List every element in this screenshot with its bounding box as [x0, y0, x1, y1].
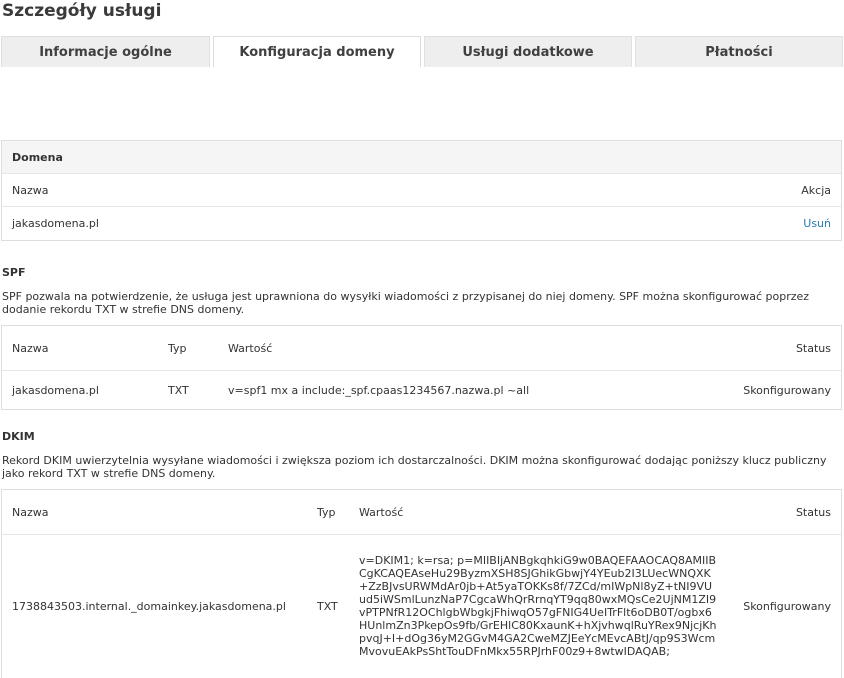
tab-general-info[interactable]: Informacje ogólne: [1, 36, 210, 67]
dkim-row-status: Skonfigurowany: [743, 599, 831, 613]
dkim-row-value: v=DKIM1; k=rsa; p=MIIBIjANBgkqhkiG9w0BAQ…: [359, 554, 717, 658]
spf-row: jakasdomena.pl TXT v=spf1 mx a include:_…: [2, 371, 841, 409]
dkim-col-status: Status: [795, 505, 831, 519]
spf-row-value: v=spf1 mx a include:_spf.cpaas1234567.na…: [228, 383, 530, 397]
domain-name: jakasdomena.pl: [12, 217, 99, 230]
tab-additional-services[interactable]: Usługi dodatkowe: [424, 36, 632, 67]
tab-bar: Informacje ogólne Konfiguracja domeny Us…: [1, 36, 843, 68]
spf-table-header: Nazwa Typ Wartość Status: [2, 326, 841, 371]
spf-col-value: Wartość: [228, 341, 273, 355]
spf-title: SPF: [2, 266, 26, 279]
spf-row-status: Skonfigurowany: [743, 383, 831, 397]
domain-panel: Domena Nazwa Akcja jakasdomena.pl Usuń: [1, 140, 842, 241]
dkim-col-value: Wartość: [359, 505, 404, 519]
delete-domain-link[interactable]: Usuń: [803, 217, 831, 230]
dkim-title: DKIM: [2, 430, 35, 443]
spf-col-status: Status: [795, 341, 831, 355]
domain-table-header: Nazwa Akcja: [2, 174, 841, 207]
dkim-row: 1738843503.internal._domainkey.jakasdome…: [2, 535, 841, 677]
spf-table: Nazwa Typ Wartość Status jakasdomena.pl …: [1, 325, 842, 410]
dkim-description: Rekord DKIM uwierzytelnia wysyłane wiado…: [2, 454, 827, 480]
domain-row: jakasdomena.pl Usuń: [2, 207, 841, 240]
dkim-col-type: Typ: [317, 505, 336, 519]
dkim-table-header: Nazwa Typ Wartość Status: [2, 490, 841, 535]
domain-col-action: Akcja: [801, 183, 831, 197]
page-title: Szczegóły usługi: [2, 1, 162, 21]
domain-col-name: Nazwa: [12, 183, 49, 197]
dkim-col-name: Nazwa: [12, 505, 49, 519]
spf-col-name: Nazwa: [12, 341, 49, 355]
spf-row-name: jakasdomena.pl: [12, 383, 99, 397]
tab-domain-config[interactable]: Konfiguracja domeny: [213, 36, 421, 67]
tab-payments[interactable]: Płatności: [635, 36, 843, 67]
dkim-row-type: TXT: [317, 599, 338, 613]
dkim-table: Nazwa Typ Wartość Status 1738843503.inte…: [1, 489, 842, 678]
spf-row-type: TXT: [168, 383, 189, 397]
spf-col-type: Typ: [168, 341, 187, 355]
domain-panel-header: Domena: [2, 141, 841, 174]
spf-description: SPF pozwala na potwierdzenie, że usługa …: [2, 290, 810, 316]
dkim-row-name: 1738843503.internal._domainkey.jakasdome…: [12, 599, 286, 613]
